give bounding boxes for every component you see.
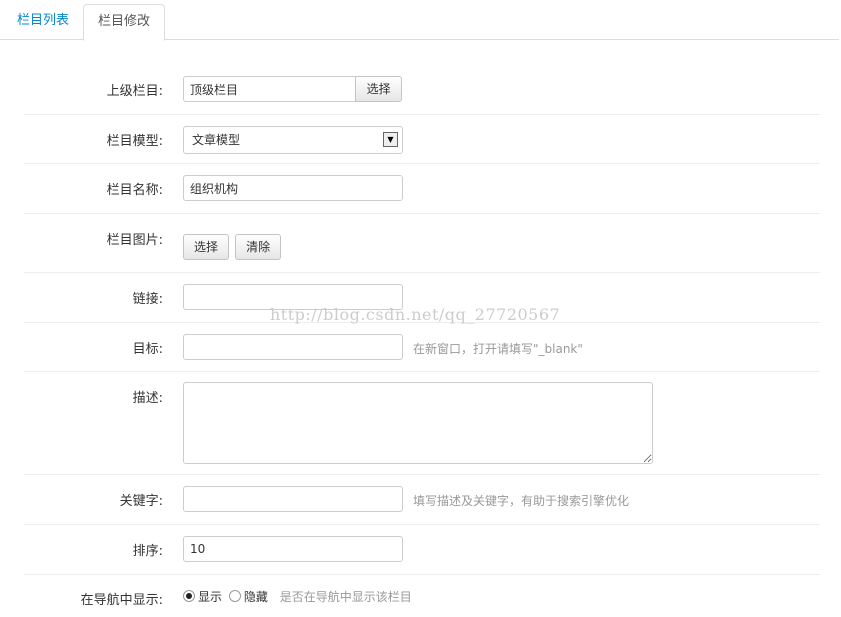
nav-display-help-text: 是否在导航中显示该栏目 bbox=[279, 590, 412, 604]
parent-column-select-button[interactable]: 选择 bbox=[355, 76, 403, 102]
row-keywords: 关键字: 填写描述及关键字，有助于搜索引擎优化 bbox=[24, 475, 820, 525]
link-label: 链接: bbox=[132, 292, 163, 307]
keywords-label: 关键字: bbox=[119, 494, 163, 509]
radio-hide-button[interactable] bbox=[228, 590, 241, 602]
radio-show-option[interactable]: 显示 bbox=[183, 590, 226, 604]
row-column-model: 栏目模型: 文章模型 ▼ bbox=[24, 115, 820, 164]
column-model-label: 栏目模型: bbox=[106, 134, 163, 149]
row-link: 链接: bbox=[24, 273, 820, 323]
description-textarea[interactable] bbox=[183, 382, 653, 464]
image-select-button[interactable]: 选择 bbox=[183, 234, 230, 260]
sort-label: 排序: bbox=[132, 544, 163, 559]
tab-bar: 栏目列表 栏目修改 bbox=[0, 0, 839, 41]
sort-input[interactable] bbox=[183, 536, 403, 562]
radio-hide-option[interactable]: 隐藏 bbox=[228, 590, 272, 604]
row-column-name: 栏目名称: bbox=[24, 164, 820, 214]
row-parent-column: 上级栏目: 选择 bbox=[24, 65, 820, 115]
row-column-image: 栏目图片: 选择 清除 bbox=[24, 214, 820, 273]
row-target: 目标: 在新窗口，打开请填写"_blank" bbox=[24, 323, 820, 372]
row-sort: 排序: bbox=[24, 525, 820, 575]
column-name-input[interactable] bbox=[183, 175, 403, 201]
target-help-text: 在新窗口，打开请填写"_blank" bbox=[413, 342, 583, 356]
chevron-down-icon[interactable]: ▼ bbox=[383, 132, 398, 147]
keywords-input[interactable] bbox=[183, 486, 403, 512]
link-input[interactable] bbox=[183, 284, 403, 310]
keywords-help-text: 填写描述及关键字，有助于搜索引擎优化 bbox=[413, 494, 630, 508]
radio-show-button[interactable] bbox=[183, 590, 195, 602]
row-description: 描述: bbox=[24, 372, 820, 475]
tab-column-edit[interactable]: 栏目修改 bbox=[83, 4, 166, 41]
radio-hide-label: 隐藏 bbox=[243, 590, 268, 604]
description-label: 描述: bbox=[132, 391, 163, 406]
image-clear-button[interactable]: 清除 bbox=[235, 234, 282, 260]
parent-column-label: 上级栏目: bbox=[106, 84, 163, 99]
row-nav-display: 在导航中显示: 显示 隐藏 是否在导航中显示该栏目 bbox=[24, 575, 820, 617]
nav-display-label: 在导航中显示: bbox=[80, 593, 163, 608]
radio-show-label: 显示 bbox=[198, 590, 223, 604]
column-model-selected: 文章模型 bbox=[192, 133, 241, 147]
column-name-label: 栏目名称: bbox=[106, 183, 163, 198]
column-image-label: 栏目图片: bbox=[106, 233, 163, 248]
column-model-select[interactable]: 文章模型 ▼ bbox=[183, 126, 403, 154]
tab-column-list[interactable]: 栏目列表 bbox=[3, 4, 83, 38]
column-edit-form: 上级栏目: 选择 栏目模型: 文章模型 ▼ 栏目名称: 栏目图片: 选择 清除 … bbox=[24, 65, 820, 617]
target-input[interactable] bbox=[183, 334, 403, 360]
target-label: 目标: bbox=[132, 342, 163, 357]
parent-column-input[interactable] bbox=[183, 76, 356, 102]
